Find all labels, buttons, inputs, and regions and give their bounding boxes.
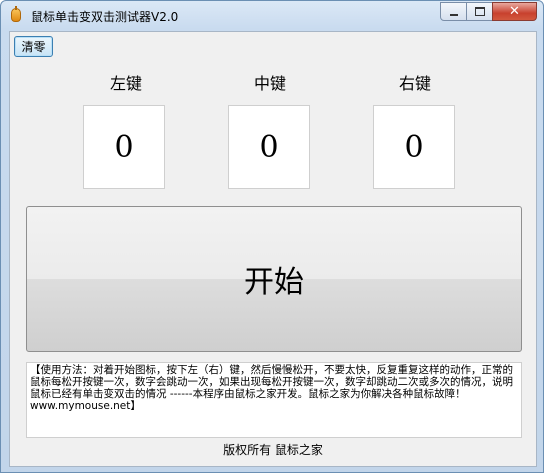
maximize-icon xyxy=(474,7,485,16)
minimize-icon xyxy=(449,13,458,16)
middle-key-count: 0 xyxy=(228,105,310,189)
window-title: 鼠标单击变双击测试器V2.0 xyxy=(31,10,179,24)
close-button[interactable]: ✕ xyxy=(492,2,537,21)
client-area: 清零 左键 中键 右键 0 0 0 开始 【使用方法：对着开始图标，按下左（右）… xyxy=(9,31,537,467)
app-window: 鼠标单击变双击测试器V2.0 ✕ 清零 左键 中键 右键 0 0 0 开始 【使… xyxy=(0,0,544,473)
copyright-footer: 版权所有 鼠标之家 xyxy=(223,443,323,457)
minimize-button[interactable] xyxy=(440,2,467,21)
right-key-count: 0 xyxy=(373,105,455,189)
caption-buttons: ✕ xyxy=(440,2,537,21)
maximize-button[interactable] xyxy=(466,2,493,21)
mouse-app-icon xyxy=(11,6,21,22)
right-key-label: 右键 xyxy=(398,74,431,93)
left-key-count: 0 xyxy=(83,105,165,189)
title-bar[interactable]: 鼠标单击变双击测试器V2.0 ✕ xyxy=(1,1,543,29)
close-icon: ✕ xyxy=(509,4,520,19)
start-button[interactable]: 开始 xyxy=(26,206,522,352)
left-key-label: 左键 xyxy=(109,74,142,93)
instructions-text: 【使用方法：对着开始图标，按下左（右）键，然后慢慢松开，不要太快，反复重复这样的… xyxy=(26,362,522,438)
clear-button[interactable]: 清零 xyxy=(14,36,53,57)
middle-key-label: 中键 xyxy=(253,74,286,93)
